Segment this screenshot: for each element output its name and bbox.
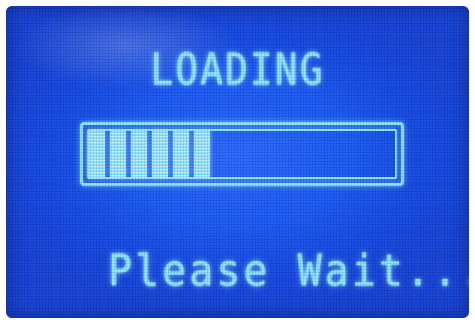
progress-segment <box>152 131 168 177</box>
device-frame: LOADING Please Wait... <box>0 0 475 324</box>
please-wait-text: Please Wait... <box>108 246 469 297</box>
progress-segment <box>194 131 210 177</box>
loading-title: LOADING <box>150 44 325 95</box>
lcd-screen: LOADING Please Wait... <box>6 6 469 318</box>
progress-segment <box>110 131 126 177</box>
progress-segment <box>89 131 105 177</box>
progress-segment <box>131 131 147 177</box>
progress-segment <box>173 131 189 177</box>
progress-segments <box>89 131 210 177</box>
progress-bar <box>80 122 404 186</box>
